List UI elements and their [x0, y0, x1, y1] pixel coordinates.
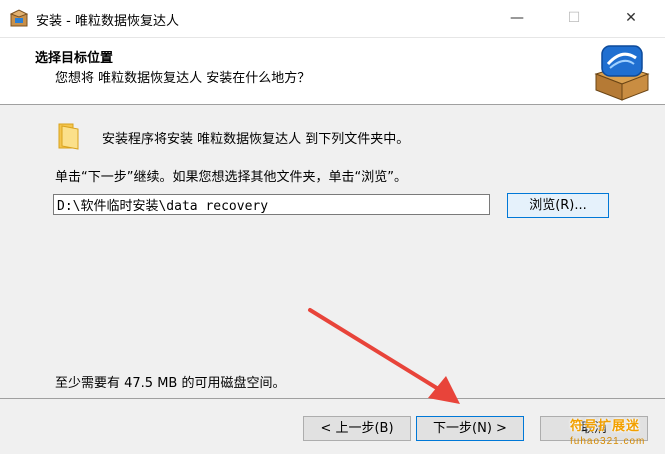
close-button[interactable]: ✕ — [608, 0, 654, 37]
wizard-header: 选择目标位置 您想将 唯粒数据恢复达人 安装在什么地方？ — [0, 38, 665, 105]
page-subtitle: 您想将 唯粒数据恢复达人 安装在什么地方？ — [55, 71, 311, 86]
red-arrow-annotation — [308, 308, 460, 404]
browse-button[interactable]: 浏览(R)... — [507, 193, 609, 218]
installer-box-icon — [10, 9, 28, 27]
watermark-url: fuhao321.com — [570, 436, 646, 447]
app-logo-icon — [594, 45, 650, 101]
window-title: 安装 - 唯粒数据恢复达人 — [36, 14, 179, 29]
next-button[interactable]: 下一步(N) > — [416, 416, 524, 441]
install-intro-text: 安装程序将安装 唯粒数据恢复达人 到下列文件夹中。 — [102, 132, 410, 147]
folder-icon — [58, 123, 79, 150]
watermark: 符号扩展迷 fuhao321.com — [564, 414, 664, 454]
title-bar: 安装 - 唯粒数据恢复达人 — ☐ ✕ — [0, 0, 665, 38]
install-path-input[interactable] — [53, 194, 490, 215]
minimize-button[interactable]: — — [494, 0, 540, 37]
footer-divider — [0, 398, 665, 399]
disk-space-text: 至少需要有 47.5 MB 的可用磁盘空间。 — [55, 376, 286, 391]
page-title: 选择目标位置 — [35, 51, 114, 66]
instruction-text: 单击“下一步”继续。如果您想选择其他文件夹，单击“浏览”。 — [55, 170, 407, 185]
watermark-text: 符号扩展迷 — [570, 419, 641, 434]
back-button[interactable]: < 上一步(B) — [303, 416, 411, 441]
maximize-button[interactable]: ☐ — [551, 0, 597, 37]
